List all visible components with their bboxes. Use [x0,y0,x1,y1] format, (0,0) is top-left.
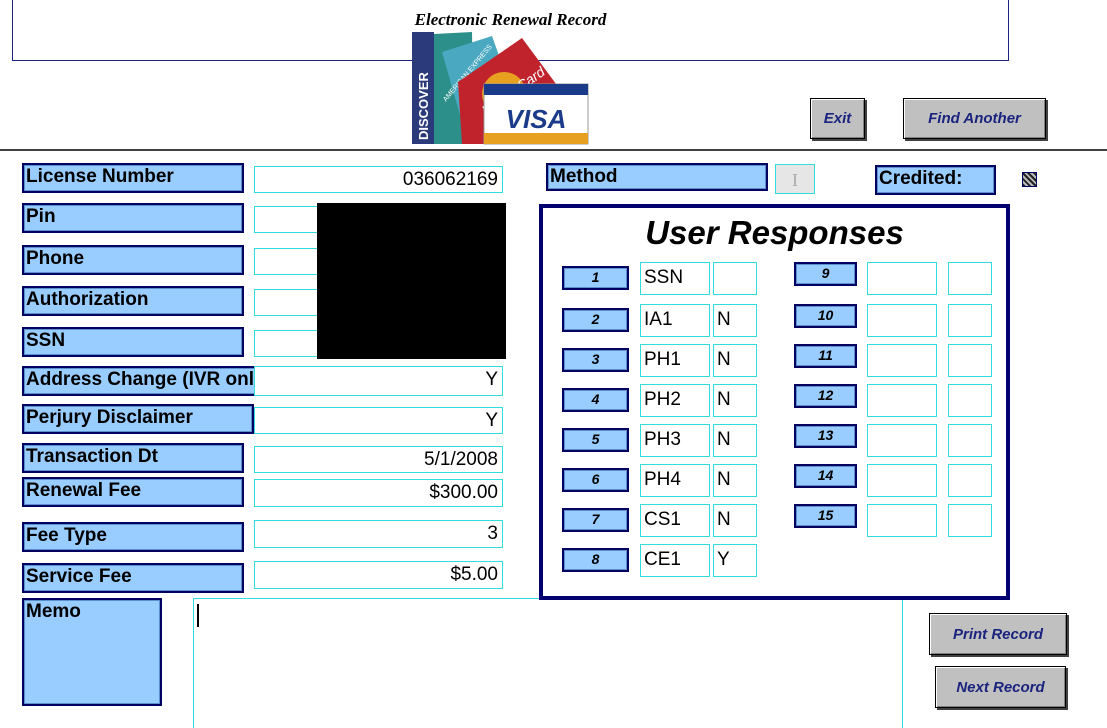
response-code-12[interactable] [867,384,937,417]
response-number-15: 15 [794,504,857,528]
response-code-1[interactable]: SSN [640,262,710,295]
response-number-5: 5 [562,428,629,452]
pin-label: Pin [22,203,244,233]
ssn-label: SSN [22,327,244,357]
fee-type-label: Fee Type [22,522,244,552]
response-code-14[interactable] [867,464,937,497]
license-number-field[interactable]: 036062169 [254,166,503,193]
method-field[interactable]: I [775,164,815,194]
response-number-9: 9 [794,262,857,286]
next-record-button[interactable]: Next Record [935,666,1066,708]
response-value-10[interactable] [948,304,992,337]
response-value-8[interactable]: Y [713,544,757,577]
response-code-9[interactable] [867,262,937,295]
response-number-10: 10 [794,304,857,328]
response-number-14: 14 [794,464,857,488]
response-code-5[interactable]: PH3 [640,424,710,457]
response-value-9[interactable] [948,262,992,295]
svg-text:DISCOVER: DISCOVER [416,71,431,140]
transaction-dt-label: Transaction Dt [22,443,244,473]
response-number-4: 4 [562,388,629,412]
response-code-2[interactable]: IA1 [640,304,710,337]
phone-label: Phone [22,245,244,275]
response-value-5[interactable]: N [713,424,757,457]
response-code-11[interactable] [867,344,937,377]
response-value-3[interactable]: N [713,344,757,377]
credited-label: Credited: [875,165,996,195]
header-divider [0,149,1107,151]
find-another-button[interactable]: Find Another [903,98,1046,139]
fee-type-field[interactable]: 3 [254,520,503,548]
renewal-fee-field[interactable]: $300.00 [254,479,503,507]
transaction-dt-field[interactable]: 5/1/2008 [254,446,503,473]
perjury-disclaimer-label: Perjury Disclaimer [22,404,254,434]
response-number-2: 2 [562,308,629,332]
response-value-1[interactable] [713,262,757,295]
exit-button[interactable]: Exit [810,98,865,139]
response-code-7[interactable]: CS1 [640,504,710,537]
page-title: Electronic Renewal Record [414,10,607,29]
response-code-13[interactable] [867,424,937,457]
response-value-2[interactable]: N [713,304,757,337]
credit-cards-logo: DISCOVER AMERICAN EXPRESS MasterCard VIS… [412,32,589,145]
response-number-3: 3 [562,348,629,372]
redaction-block [317,203,506,359]
response-code-10[interactable] [867,304,937,337]
renewal-fee-label: Renewal Fee [22,477,244,507]
response-value-11[interactable] [948,344,992,377]
response-code-15[interactable] [867,504,937,537]
memo-textarea[interactable] [193,598,903,728]
response-number-11: 11 [794,344,857,368]
response-value-14[interactable] [948,464,992,497]
response-number-12: 12 [794,384,857,408]
license-number-label: License Number [22,163,244,193]
print-record-button[interactable]: Print Record [929,613,1067,655]
text-cursor-icon: I [792,170,798,190]
credited-checkbox[interactable] [1022,172,1037,187]
response-code-4[interactable]: PH2 [640,384,710,417]
text-caret [197,604,199,627]
authorization-label: Authorization [22,286,244,316]
svg-text:VISA: VISA [506,104,567,134]
user-responses-title: User Responses [645,214,904,251]
response-value-4[interactable]: N [713,384,757,417]
response-number-1: 1 [562,266,629,290]
address-change-field[interactable]: Y [254,366,503,396]
perjury-disclaimer-field[interactable]: Y [254,407,503,434]
response-number-13: 13 [794,424,857,448]
response-number-8: 8 [562,548,629,572]
response-value-15[interactable] [948,504,992,537]
memo-label: Memo [22,598,162,706]
response-code-3[interactable]: PH1 [640,344,710,377]
response-value-7[interactable]: N [713,504,757,537]
response-number-6: 6 [562,468,629,492]
response-code-6[interactable]: PH4 [640,464,710,497]
response-value-6[interactable]: N [713,464,757,497]
service-fee-field[interactable]: $5.00 [254,561,503,589]
response-code-8[interactable]: CE1 [640,544,710,577]
method-label: Method [546,163,768,191]
response-number-7: 7 [562,508,629,532]
response-value-13[interactable] [948,424,992,457]
service-fee-label: Service Fee [22,563,244,593]
response-value-12[interactable] [948,384,992,417]
